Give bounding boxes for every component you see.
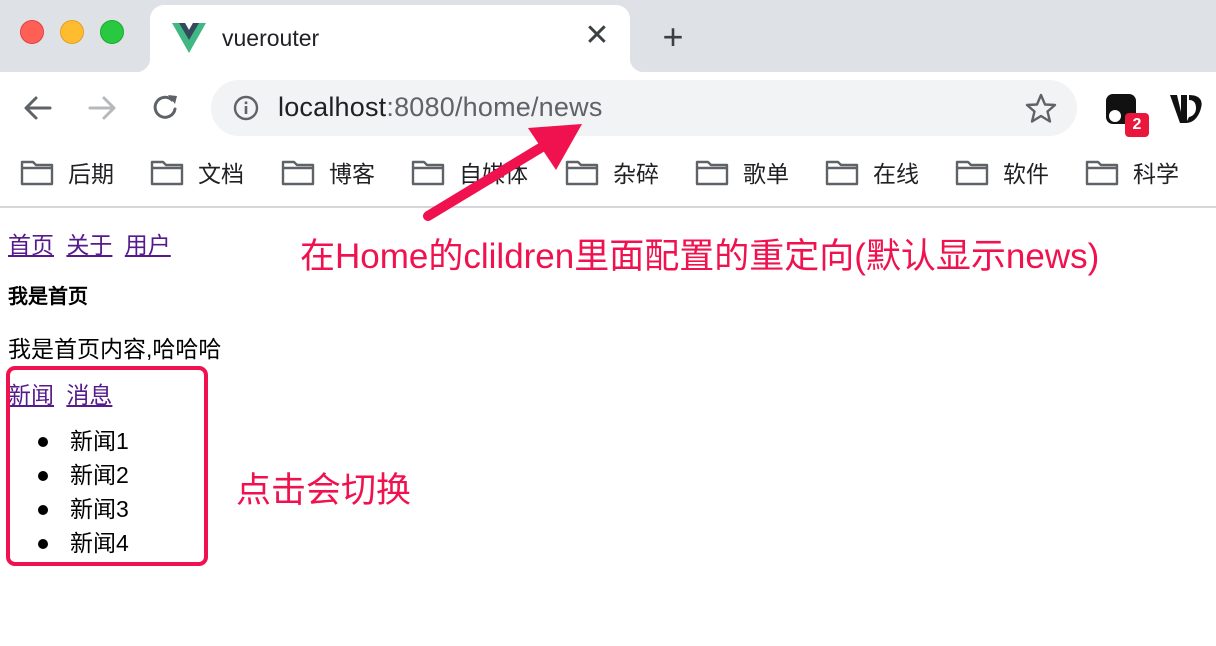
site-info-icon[interactable] bbox=[233, 95, 259, 121]
close-window-button[interactable] bbox=[20, 20, 44, 44]
folder-icon bbox=[20, 160, 54, 186]
bookmark-folder[interactable]: 杂碎 bbox=[565, 155, 659, 189]
bookmark-folder[interactable]: 科学 bbox=[1085, 155, 1179, 189]
folder-icon bbox=[955, 160, 989, 186]
vue-logo-icon bbox=[172, 23, 206, 53]
bookmark-folder[interactable]: 在线 bbox=[825, 155, 919, 189]
tab-close-icon[interactable]: ✕ bbox=[582, 21, 612, 51]
folder-icon bbox=[695, 160, 729, 186]
bookmark-label: 自媒体 bbox=[459, 161, 528, 187]
browser-tab-active[interactable]: vuerouter ✕ bbox=[136, 5, 644, 72]
back-arrow-icon[interactable] bbox=[20, 92, 56, 124]
bookmark-label: 歌单 bbox=[743, 161, 789, 187]
browser-toolbar: localhost:8080/home/news bbox=[0, 72, 1216, 144]
forward-arrow-icon[interactable] bbox=[84, 92, 120, 124]
bookmark-label: 在线 bbox=[873, 161, 919, 187]
bookmark-folder[interactable]: 软件 bbox=[955, 155, 1049, 189]
tab-title: vuerouter bbox=[222, 25, 320, 51]
home-heading: 我是首页 bbox=[8, 286, 88, 308]
bookmark-label: 后期 bbox=[68, 161, 114, 187]
tab-strip: vuerouter ✕ + bbox=[0, 0, 1216, 72]
bookmarks-bar: 后期 文档 博客 自媒体 杂碎 歌单 在线 软件 科学 bbox=[0, 144, 1216, 208]
bookmark-folder[interactable]: 博客 bbox=[281, 155, 375, 189]
bookmark-star-icon[interactable] bbox=[1025, 93, 1057, 123]
bookmark-label: 文档 bbox=[198, 161, 244, 187]
minimize-window-button[interactable] bbox=[60, 20, 84, 44]
extension-logo-icon[interactable] bbox=[1168, 92, 1204, 126]
annotation-switch-note: 点击会切换 bbox=[236, 471, 412, 510]
bookmark-label: 科学 bbox=[1133, 161, 1179, 187]
home-content-text: 我是首页内容,哈哈哈 bbox=[8, 336, 222, 362]
folder-icon bbox=[150, 160, 184, 186]
nav-link-about[interactable]: 关于 bbox=[66, 232, 112, 258]
maximize-window-button[interactable] bbox=[100, 20, 124, 44]
folder-icon bbox=[411, 160, 445, 186]
bookmark-folder[interactable]: 文档 bbox=[150, 155, 244, 189]
bookmark-folder[interactable]: 自媒体 bbox=[411, 155, 528, 189]
url-path: :8080/home/news bbox=[386, 92, 603, 122]
address-bar[interactable]: localhost:8080/home/news bbox=[211, 80, 1077, 136]
folder-icon bbox=[825, 160, 859, 186]
url-text[interactable]: localhost:8080/home/news bbox=[278, 92, 603, 123]
bookmark-label: 博客 bbox=[329, 161, 375, 187]
annotation-highlight-box bbox=[6, 366, 208, 566]
main-nav: 首页 关于 用户 bbox=[8, 226, 177, 260]
nav-link-user[interactable]: 用户 bbox=[125, 232, 171, 258]
new-tab-button[interactable]: + bbox=[655, 19, 691, 56]
reload-icon[interactable] bbox=[148, 92, 184, 124]
bookmark-label: 软件 bbox=[1003, 161, 1049, 187]
folder-icon bbox=[281, 160, 315, 186]
folder-icon bbox=[1085, 160, 1119, 186]
bookmark-label: 杂碎 bbox=[613, 161, 659, 187]
bookmark-folder[interactable]: 后期 bbox=[20, 155, 114, 189]
extension-badge: 2 bbox=[1125, 113, 1149, 137]
annotation-redirect-note: 在Home的clildren里面配置的重定向(默认显示news) bbox=[300, 237, 1100, 276]
bookmark-folder[interactable]: 歌单 bbox=[695, 155, 789, 189]
folder-icon bbox=[565, 160, 599, 186]
url-host: localhost bbox=[278, 92, 387, 122]
nav-link-home[interactable]: 首页 bbox=[8, 232, 54, 258]
